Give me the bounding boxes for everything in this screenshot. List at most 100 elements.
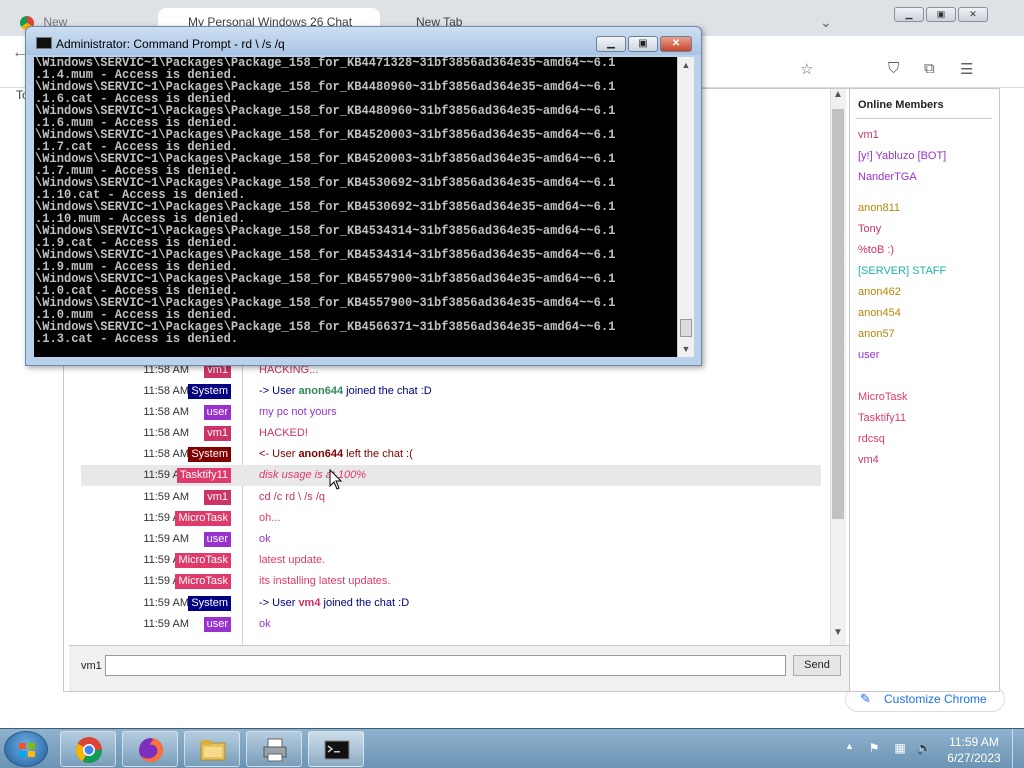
message-text-suffix: left the chat :(	[343, 448, 413, 460]
network-icon[interactable]: ▦	[892, 741, 908, 755]
online-member[interactable]: Tony	[858, 223, 881, 235]
printer-icon	[263, 738, 287, 762]
cmd-console-output[interactable]: \Windows\SERVIC~1\Packages\Package_158_f…	[34, 57, 677, 357]
online-member[interactable]: user	[858, 349, 879, 361]
cmd-scroll-down-button[interactable]: ▼	[678, 341, 694, 357]
send-button[interactable]: Send	[793, 655, 841, 676]
message-text: -> User vm4 joined the chat :D	[259, 597, 409, 609]
chat-message-row: 11:58 AM System -> User anon644 joined the…	[81, 381, 821, 402]
username-label: vm1	[81, 660, 102, 672]
message-text-prefix: <- User	[259, 448, 299, 460]
message-username-badge[interactable]: user	[203, 532, 231, 547]
chat-scroll-up-button[interactable]: ▲	[830, 89, 846, 105]
chat-message-row: 11:59 AM MicroTask oh...	[81, 508, 821, 529]
online-member[interactable]: MicroTask	[858, 391, 908, 403]
show-hidden-icons-button[interactable]: ▲	[845, 741, 854, 751]
message-text: ok	[259, 533, 271, 545]
message-timestamp: 11:59 AM	[143, 597, 189, 609]
cmd-scroll-up-button[interactable]: ▲	[678, 57, 694, 73]
message-username-badge[interactable]: System	[188, 447, 231, 462]
message-text: HACKED!	[259, 427, 308, 439]
taskbar-chrome-button[interactable]	[60, 731, 116, 767]
message-username-badge[interactable]: System	[188, 384, 231, 399]
chat-scroll-down-button[interactable]: ▼	[830, 627, 846, 643]
message-username-badge[interactable]: MicroTask	[175, 553, 231, 568]
cmd-title: Administrator: Command Prompt - rd \ /s …	[56, 37, 285, 51]
message-text: -> User anon644 joined the chat :D	[259, 385, 432, 397]
taskbar-firefox-button[interactable]	[122, 731, 178, 767]
chrome-minimize-button[interactable]: ▁	[894, 7, 924, 22]
online-members-panel: Online Members vm1 [y!] Yabluzo [BOT] Nand…	[849, 89, 999, 691]
message-username-badge[interactable]: MicroTask	[175, 511, 231, 526]
cmd-scrollbar[interactable]: ▲ ▼	[677, 57, 694, 357]
message-text: my pc not yours	[259, 406, 337, 418]
message-text-suffix: joined the chat :D	[320, 597, 410, 609]
start-button[interactable]	[4, 731, 48, 767]
clock-time[interactable]: 11:59 AM	[945, 735, 1003, 749]
message-text-suffix: joined the chat :D	[343, 385, 432, 397]
message-username-badge[interactable]: vm1	[204, 426, 231, 441]
online-members-title: Online Members	[858, 99, 944, 111]
online-member[interactable]: anon454	[858, 307, 901, 319]
chrome-close-button[interactable]: ✕	[958, 7, 988, 22]
bookmark-star-icon[interactable]: ☆	[800, 60, 813, 78]
firefox-icon	[139, 738, 163, 762]
cmd-minimize-button[interactable]: ▁	[596, 36, 626, 52]
menu-icon[interactable]: ☰	[960, 60, 973, 78]
message-timestamp: 11:58 AM	[143, 448, 189, 460]
online-member[interactable]: anon462	[858, 286, 901, 298]
cmd-titlebar[interactable]: Administrator: Command Prompt - rd \ /s …	[26, 27, 701, 55]
message-timestamp: 11:58 AM	[143, 385, 189, 397]
chat-scroll-thumb[interactable]	[832, 109, 844, 519]
pocket-icon[interactable]: ⛉	[888, 60, 899, 77]
chevron-down-icon[interactable]: ⌄	[820, 14, 832, 31]
message-timestamp: 11:58 AM	[143, 406, 189, 418]
message-username-badge[interactable]: Tasktify11	[176, 468, 231, 483]
flag-icon[interactable]: ⚑	[866, 741, 882, 755]
message-username-badge[interactable]: user	[203, 405, 231, 420]
message-username-badge[interactable]: user	[203, 617, 231, 632]
message-username-badge[interactable]: MicroTask	[175, 574, 231, 589]
online-member[interactable]: [SERVER] STAFF	[858, 265, 946, 277]
online-member[interactable]: anon811	[858, 202, 900, 214]
online-member[interactable]: [y!] Yabluzo [BOT]	[858, 150, 946, 162]
online-member[interactable]: Tasktify11	[858, 412, 906, 424]
taskbar-printer-button[interactable]	[246, 731, 302, 767]
chrome-maximize-button[interactable]: ▣	[926, 7, 956, 22]
chat-message-input[interactable]	[105, 655, 786, 676]
online-member[interactable]: NanderTGA	[858, 171, 917, 183]
message-username-badge[interactable]: vm1	[204, 490, 231, 505]
chat-input-bar: vm1 Send	[69, 645, 849, 691]
online-member[interactable]: vm4	[858, 454, 879, 466]
cmd-maximize-button[interactable]: ▣	[628, 36, 658, 52]
chat-message-row: 11:59 AM user ok	[81, 529, 821, 550]
command-prompt-window[interactable]: Administrator: Command Prompt - rd \ /s …	[25, 26, 702, 366]
volume-icon[interactable]: 🔈	[916, 741, 932, 755]
message-timestamp: 11:58 AM	[143, 427, 189, 439]
show-desktop-button[interactable]	[1012, 729, 1024, 768]
clock-date[interactable]: 6/27/2023	[945, 751, 1003, 765]
message-timestamp: 11:59 AM	[143, 533, 189, 545]
message-text: disk usage is at 100%	[259, 469, 367, 481]
online-member[interactable]: anon57	[858, 328, 895, 340]
online-member[interactable]: %toB :)	[858, 244, 894, 256]
message-timestamp: 11:59 AM	[143, 491, 189, 503]
online-member[interactable]: vm1	[858, 129, 879, 141]
chat-message-row: 11:58 AM System <- User anon644 left the c…	[81, 444, 821, 465]
message-text: <- User anon644 left the chat :(	[259, 448, 413, 460]
cmd-scroll-thumb[interactable]	[680, 319, 692, 337]
message-username-badge[interactable]: System	[188, 596, 231, 611]
message-text: ok	[259, 618, 271, 630]
chat-message-row: 11:59 AM Tasktify11 disk usage is at 100%	[81, 465, 821, 486]
folder-icon	[200, 740, 226, 761]
cmd-close-button[interactable]: ✕	[660, 36, 692, 52]
cmd-icon	[324, 740, 350, 760]
message-text: cd /c rd \ /s /q	[259, 491, 326, 503]
cmd-output-line: .1.3.cat - Access is denied.	[35, 331, 239, 346]
extensions-icon[interactable]: ⧉	[924, 60, 935, 77]
online-member[interactable]: rdcsq	[858, 433, 885, 445]
chat-message-row: 11:58 AM user my pc not yours	[81, 402, 821, 423]
chat-message-row: 11:58 AM vm1 HACKED!	[81, 423, 821, 444]
taskbar-cmd-button[interactable]	[308, 731, 364, 767]
taskbar-explorer-button[interactable]	[184, 731, 240, 767]
